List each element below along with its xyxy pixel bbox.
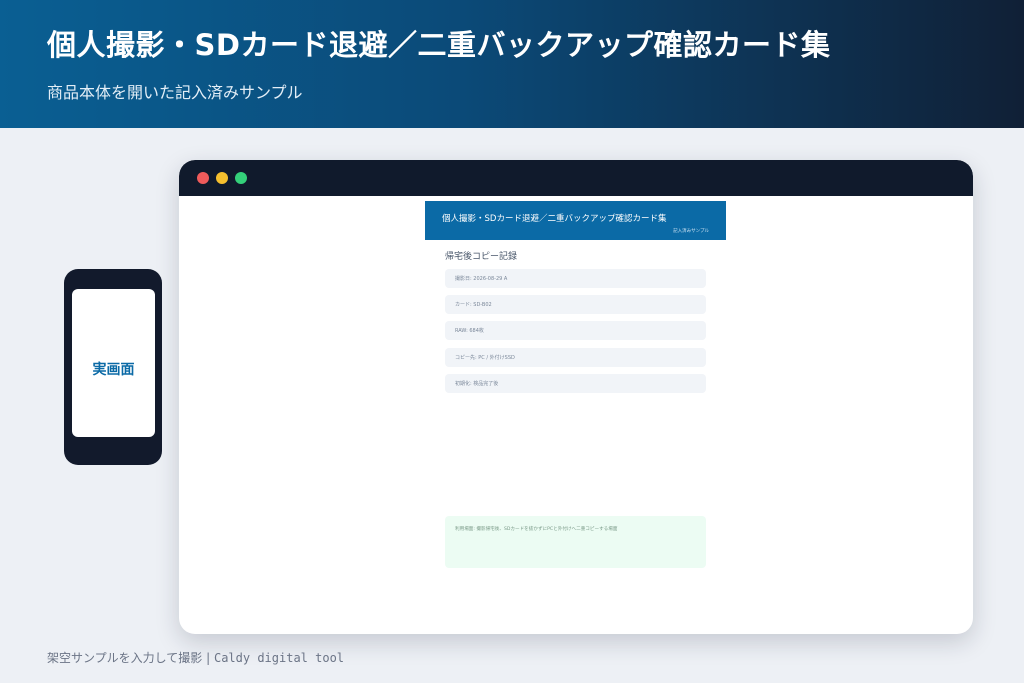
app-subtitle: 記入済みサンプル (673, 229, 709, 234)
footer-separator: | (206, 651, 211, 665)
field-text: コピー先: PC / 外付けSSD (455, 355, 515, 361)
field-shoot-date[interactable]: 撮影日: 2026-08-29 A (445, 269, 706, 288)
app-header: 個人撮影・SDカード退避／二重バックアップ確認カード集 記入済みサンプル (425, 201, 726, 240)
app-title: 個人撮影・SDカード退避／二重バックアップ確認カード集 (442, 214, 667, 224)
hero-banner: 個人撮影・SDカード退避／二重バックアップ確認カード集 商品本体を開いた記入済み… (0, 0, 1024, 128)
window-titlebar (179, 160, 973, 196)
close-window-button[interactable] (197, 172, 209, 184)
minimize-window-button[interactable] (216, 172, 228, 184)
phone-label: 実画面 (92, 362, 135, 378)
field-format[interactable]: 初期化: 検品完了後 (445, 374, 706, 393)
field-copy-destination[interactable]: コピー先: PC / 外付けSSD (445, 348, 706, 367)
usage-note: 利用場面: 撮影帰宅後、SDカードを抜かずにPCと外付けへ二重コピーする場面 (445, 516, 706, 568)
field-raw-count[interactable]: RAW: 684枚 (445, 321, 706, 340)
phone-screen: 実画面 (72, 289, 155, 437)
footer-caption: 架空サンプルを入力して撮影 | Caldy digital tool (47, 649, 344, 666)
footer-brand: Caldy digital tool (213, 651, 345, 665)
section-title: 帰宅後コピー記録 (445, 252, 518, 262)
field-text: 初期化: 検品完了後 (455, 381, 499, 387)
field-text: 撮影日: 2026-08-29 A (455, 276, 508, 282)
hero-title: 個人撮影・SDカード退避／二重バックアップ確認カード集 (47, 28, 831, 62)
hero-subtitle: 商品本体を開いた記入済みサンプル (47, 83, 303, 102)
field-card[interactable]: カード: SD-B02 (445, 295, 706, 314)
field-text: RAW: 684枚 (455, 328, 484, 334)
app-window: 個人撮影・SDカード退避／二重バックアップ確認カード集 記入済みサンプル 帰宅後… (179, 160, 973, 634)
footer-text: 架空サンプルを入力して撮影 (47, 651, 203, 665)
usage-note-text: 利用場面: 撮影帰宅後、SDカードを抜かずにPCと外付けへ二重コピーする場面 (455, 527, 618, 532)
phone-mockup: 実画面 (64, 269, 162, 465)
maximize-window-button[interactable] (235, 172, 247, 184)
field-text: カード: SD-B02 (455, 302, 492, 308)
